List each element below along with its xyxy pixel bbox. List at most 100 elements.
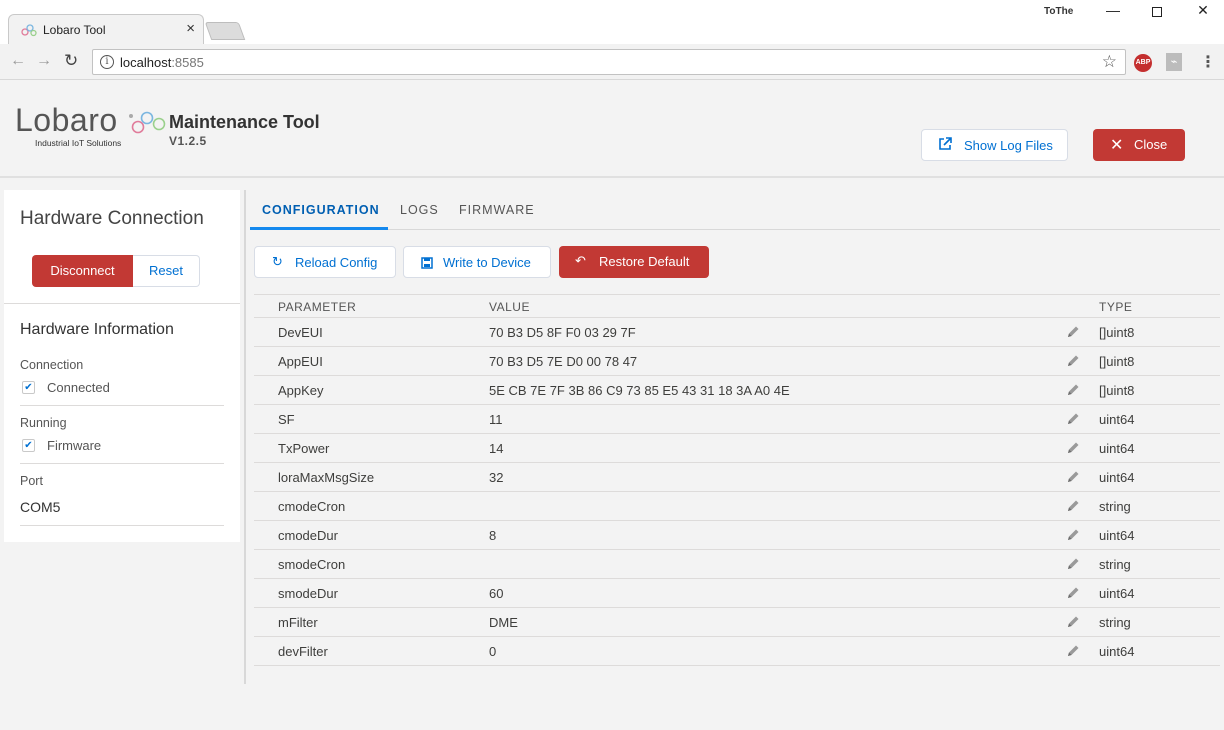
table-row[interactable]: mFilter DME string bbox=[254, 608, 1220, 637]
row-parameter: smodeCron bbox=[278, 557, 346, 572]
edit-pencil-icon[interactable] bbox=[1065, 324, 1081, 340]
firmware-label: Firmware bbox=[47, 438, 102, 453]
running-label: Running bbox=[20, 416, 67, 430]
show-log-files-button[interactable]: Show Log Files bbox=[921, 129, 1068, 161]
panel-separator bbox=[244, 190, 246, 684]
back-arrow-icon[interactable]: ← bbox=[10, 52, 26, 70]
address-bar[interactable]: i localhost:8585 ☆ bbox=[92, 49, 1126, 75]
table-row[interactable]: loraMaxMsgSize 32 uint64 bbox=[254, 463, 1220, 492]
row-value[interactable]: 5E CB 7E 7F 3B 86 C9 73 85 E5 43 31 18 3… bbox=[489, 383, 790, 398]
refresh-icon: ↻ bbox=[272, 254, 283, 269]
restore-default-button[interactable]: ↶ Restore Default bbox=[559, 246, 709, 278]
tab-configuration[interactable]: CONFIGURATION bbox=[262, 203, 380, 217]
tab-logs[interactable]: LOGS bbox=[400, 203, 439, 217]
table-row[interactable]: devFilter 0 uint64 bbox=[254, 637, 1220, 666]
row-type: uint64 bbox=[1099, 586, 1135, 601]
table-row[interactable]: AppKey 5E CB 7E 7F 3B 86 C9 73 85 E5 43 3… bbox=[254, 376, 1220, 405]
forward-arrow-icon[interactable]: → bbox=[36, 52, 52, 70]
url-port: :8585 bbox=[171, 55, 204, 70]
reset-button[interactable]: Reset bbox=[133, 255, 200, 287]
site-info-icon[interactable]: i bbox=[100, 55, 114, 69]
app-version: V1.2.5 bbox=[169, 134, 207, 148]
table-row[interactable]: smodeCron string bbox=[254, 550, 1220, 579]
table-row[interactable]: cmodeCron string bbox=[254, 492, 1220, 521]
logo-tagline: Industrial IoT Solutions bbox=[35, 138, 122, 148]
row-type: []uint8 bbox=[1099, 383, 1135, 398]
maximize-icon[interactable] bbox=[1134, 2, 1180, 24]
close-x-icon: ✕ bbox=[1110, 137, 1124, 154]
edit-pencil-icon[interactable] bbox=[1065, 643, 1081, 659]
reload-config-button[interactable]: ↻ Reload Config bbox=[254, 246, 396, 278]
edit-pencil-icon[interactable] bbox=[1065, 585, 1081, 601]
show-log-files-label: Show Log Files bbox=[964, 138, 1053, 153]
new-tab-button[interactable] bbox=[204, 22, 246, 40]
field-divider bbox=[20, 405, 224, 406]
browser-tab[interactable]: Lobaro Tool × bbox=[8, 14, 204, 44]
port-label: Port bbox=[20, 474, 43, 488]
edit-pencil-icon[interactable] bbox=[1065, 440, 1081, 456]
row-parameter: loraMaxMsgSize bbox=[278, 470, 375, 485]
close-button[interactable]: ✕ Close bbox=[1093, 129, 1185, 161]
table-row[interactable]: DevEUI 70 B3 D5 8F F0 03 29 7F []uint8 bbox=[254, 318, 1220, 347]
row-type: string bbox=[1099, 499, 1131, 514]
row-value[interactable]: 70 B3 D5 7E D0 00 78 47 bbox=[489, 354, 637, 369]
bookmark-star-icon[interactable]: ☆ bbox=[1102, 52, 1117, 72]
tab-close-icon[interactable]: × bbox=[186, 20, 195, 37]
table-body: DevEUI 70 B3 D5 8F F0 03 29 7F []uint8 AppE… bbox=[254, 318, 1220, 666]
edit-pencil-icon[interactable] bbox=[1065, 614, 1081, 630]
row-parameter: AppKey bbox=[278, 383, 324, 398]
edit-pencil-icon[interactable] bbox=[1065, 353, 1081, 369]
row-value[interactable]: 0 bbox=[489, 644, 496, 659]
edit-pencil-icon[interactable] bbox=[1065, 469, 1081, 485]
tab-firmware[interactable]: FIRMWARE bbox=[459, 203, 535, 217]
row-value[interactable]: 14 bbox=[489, 441, 503, 456]
row-value[interactable]: 8 bbox=[489, 528, 496, 543]
minimize-icon[interactable]: — bbox=[1090, 2, 1136, 24]
row-value[interactable]: DME bbox=[489, 615, 518, 630]
table-row[interactable]: cmodeDur 8 uint64 bbox=[254, 521, 1220, 550]
row-value[interactable]: 11 bbox=[489, 412, 503, 427]
url-text: localhost:8585 bbox=[120, 55, 204, 70]
row-parameter: DevEUI bbox=[278, 325, 323, 340]
row-parameter: TxPower bbox=[278, 441, 330, 456]
row-parameter: AppEUI bbox=[278, 354, 323, 369]
app-header: Lobaro Industrial IoT Solutions Maintena… bbox=[0, 81, 1224, 178]
browser-menu-icon[interactable]: ⋮ bbox=[1200, 52, 1216, 72]
adblock-icon[interactable]: ABP bbox=[1134, 54, 1152, 72]
connected-checkbox: ✔ bbox=[22, 381, 35, 394]
table-row[interactable]: TxPower 14 uint64 bbox=[254, 434, 1220, 463]
row-parameter: mFilter bbox=[278, 615, 318, 630]
row-type: uint64 bbox=[1099, 470, 1135, 485]
table-row[interactable]: smodeDur 60 uint64 bbox=[254, 579, 1220, 608]
browser-titlebar: Lobaro Tool × ToThe — ✕ bbox=[0, 0, 1224, 44]
edit-pencil-icon[interactable] bbox=[1065, 527, 1081, 543]
undo-icon: ↶ bbox=[575, 253, 586, 268]
write-to-device-button[interactable]: Write to Device bbox=[403, 246, 551, 278]
config-table: PARAMETER VALUE TYPE DevEUI 70 B3 D5 8F F… bbox=[254, 294, 1220, 666]
active-tab-indicator bbox=[250, 227, 388, 230]
table-row[interactable]: SF 11 uint64 bbox=[254, 405, 1220, 434]
tab-title: Lobaro Tool bbox=[43, 23, 106, 37]
window-close-icon[interactable]: ✕ bbox=[1180, 2, 1224, 24]
logo-wordmark: Lobaro bbox=[15, 102, 118, 138]
save-icon bbox=[421, 257, 433, 269]
edit-pencil-icon[interactable] bbox=[1065, 411, 1081, 427]
reload-icon[interactable]: ↻ bbox=[64, 51, 78, 71]
pdf-extension-icon[interactable]: ⌁ bbox=[1166, 53, 1182, 71]
field-divider bbox=[20, 525, 224, 526]
row-value[interactable]: 60 bbox=[489, 586, 503, 601]
row-type: uint64 bbox=[1099, 441, 1135, 456]
edit-pencil-icon[interactable] bbox=[1065, 498, 1081, 514]
row-value[interactable]: 70 B3 D5 8F F0 03 29 7F bbox=[489, 325, 636, 340]
page-title: Maintenance Tool bbox=[169, 112, 320, 132]
panel-divider bbox=[4, 303, 240, 304]
edit-pencil-icon[interactable] bbox=[1065, 382, 1081, 398]
restore-default-label: Restore Default bbox=[599, 254, 690, 269]
row-value[interactable]: 32 bbox=[489, 470, 503, 485]
disconnect-button[interactable]: Disconnect bbox=[32, 255, 133, 287]
edit-pencil-icon[interactable] bbox=[1065, 556, 1081, 572]
table-row[interactable]: AppEUI 70 B3 D5 7E D0 00 78 47 []uint8 bbox=[254, 347, 1220, 376]
main-tabs: CONFIGURATION LOGS FIRMWARE bbox=[250, 190, 1220, 230]
profile-label[interactable]: ToThe bbox=[1044, 6, 1073, 17]
hardware-panel: Hardware Connection Disconnect Reset Har… bbox=[4, 190, 240, 542]
